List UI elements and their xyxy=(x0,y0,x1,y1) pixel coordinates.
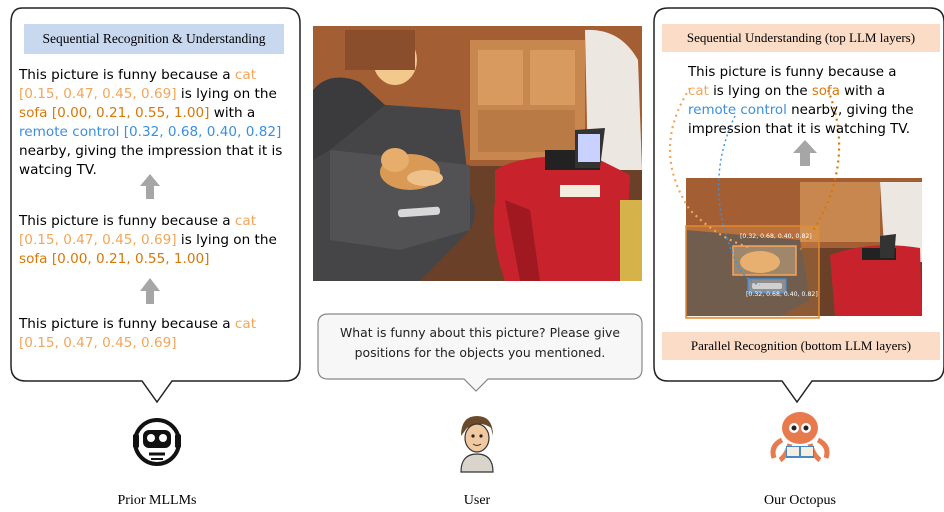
sofa-box-coords: [0.00, 0.21, 0.55, 1.00] xyxy=(51,105,210,121)
prior-mllms-caption: Prior MLLMs xyxy=(117,493,197,508)
cat-box-coords: [0.15, 0.47, 0.45, 0.69] xyxy=(19,232,177,248)
our-octopus-caption: Our Octopus xyxy=(764,493,836,508)
user-question: What is funny about this picture? Please… xyxy=(340,325,620,360)
text-segment: with a xyxy=(839,84,886,99)
cat-box-coords: [0.15, 0.47, 0.45, 0.69] xyxy=(19,335,177,351)
remote-label: remote control xyxy=(19,124,120,140)
text-segment: This picture is funny because a xyxy=(688,65,897,80)
cat-label: cat xyxy=(234,316,257,332)
text-segment: nearby, giving the impression that it is… xyxy=(19,143,283,178)
cat-box-coords: [0.15, 0.47, 0.45, 0.69] xyxy=(19,86,177,102)
text-segment: impression that it is watching TV. xyxy=(688,122,911,137)
bottom-layers-header: Parallel Recognition (bottom LLM layers) xyxy=(662,332,940,360)
text-segment: nearby, giving the xyxy=(786,103,914,118)
user-caption: User xyxy=(463,493,491,508)
text-segment: This picture is funny because a xyxy=(19,67,235,83)
text-segment: is lying on the xyxy=(176,86,277,102)
left-response-full: This picture is funny because a cat [0.1… xyxy=(19,66,299,180)
sofa-label: sofa xyxy=(19,105,48,121)
remote-label: remote control xyxy=(688,103,787,118)
left-response-start: This picture is funny because a cat [0.1… xyxy=(19,315,299,353)
text-segment: is lying on the xyxy=(708,84,812,99)
octopus-icon xyxy=(770,412,830,463)
left-response-partial: This picture is funny because a cat [0.1… xyxy=(19,212,299,269)
cat-label: cat xyxy=(688,84,709,99)
cat-box-label: [0.32, 0.68, 0.40, 0.82] xyxy=(740,233,812,240)
text-segment: with a xyxy=(209,105,256,121)
cat-label: cat xyxy=(234,67,257,83)
top-layers-header: Sequential Understanding (top LLM layers… xyxy=(662,24,940,52)
sofa-label: sofa xyxy=(811,84,840,99)
sofa-box-coords: [0.00, 0.21, 0.55, 1.00] xyxy=(51,251,210,267)
text-segment: This picture is funny because a xyxy=(19,316,235,332)
remote-box-coords: [0.32, 0.68, 0.40, 0.82] xyxy=(123,124,282,140)
text-segment: This picture is funny because a xyxy=(19,213,235,229)
cat-label: cat xyxy=(234,213,257,229)
octopus-response: This picture is funny because a cat is l… xyxy=(688,63,940,139)
text-segment: is lying on the xyxy=(176,232,277,248)
user-avatar-icon xyxy=(460,416,494,473)
living-room-photo xyxy=(313,26,642,281)
robot-icon xyxy=(133,418,181,466)
remote-box-label: [0.32, 0.68, 0.40, 0.82] xyxy=(746,291,818,298)
left-panel-header: Sequential Recognition & Understanding xyxy=(24,24,284,54)
sofa-label: sofa xyxy=(19,251,48,267)
